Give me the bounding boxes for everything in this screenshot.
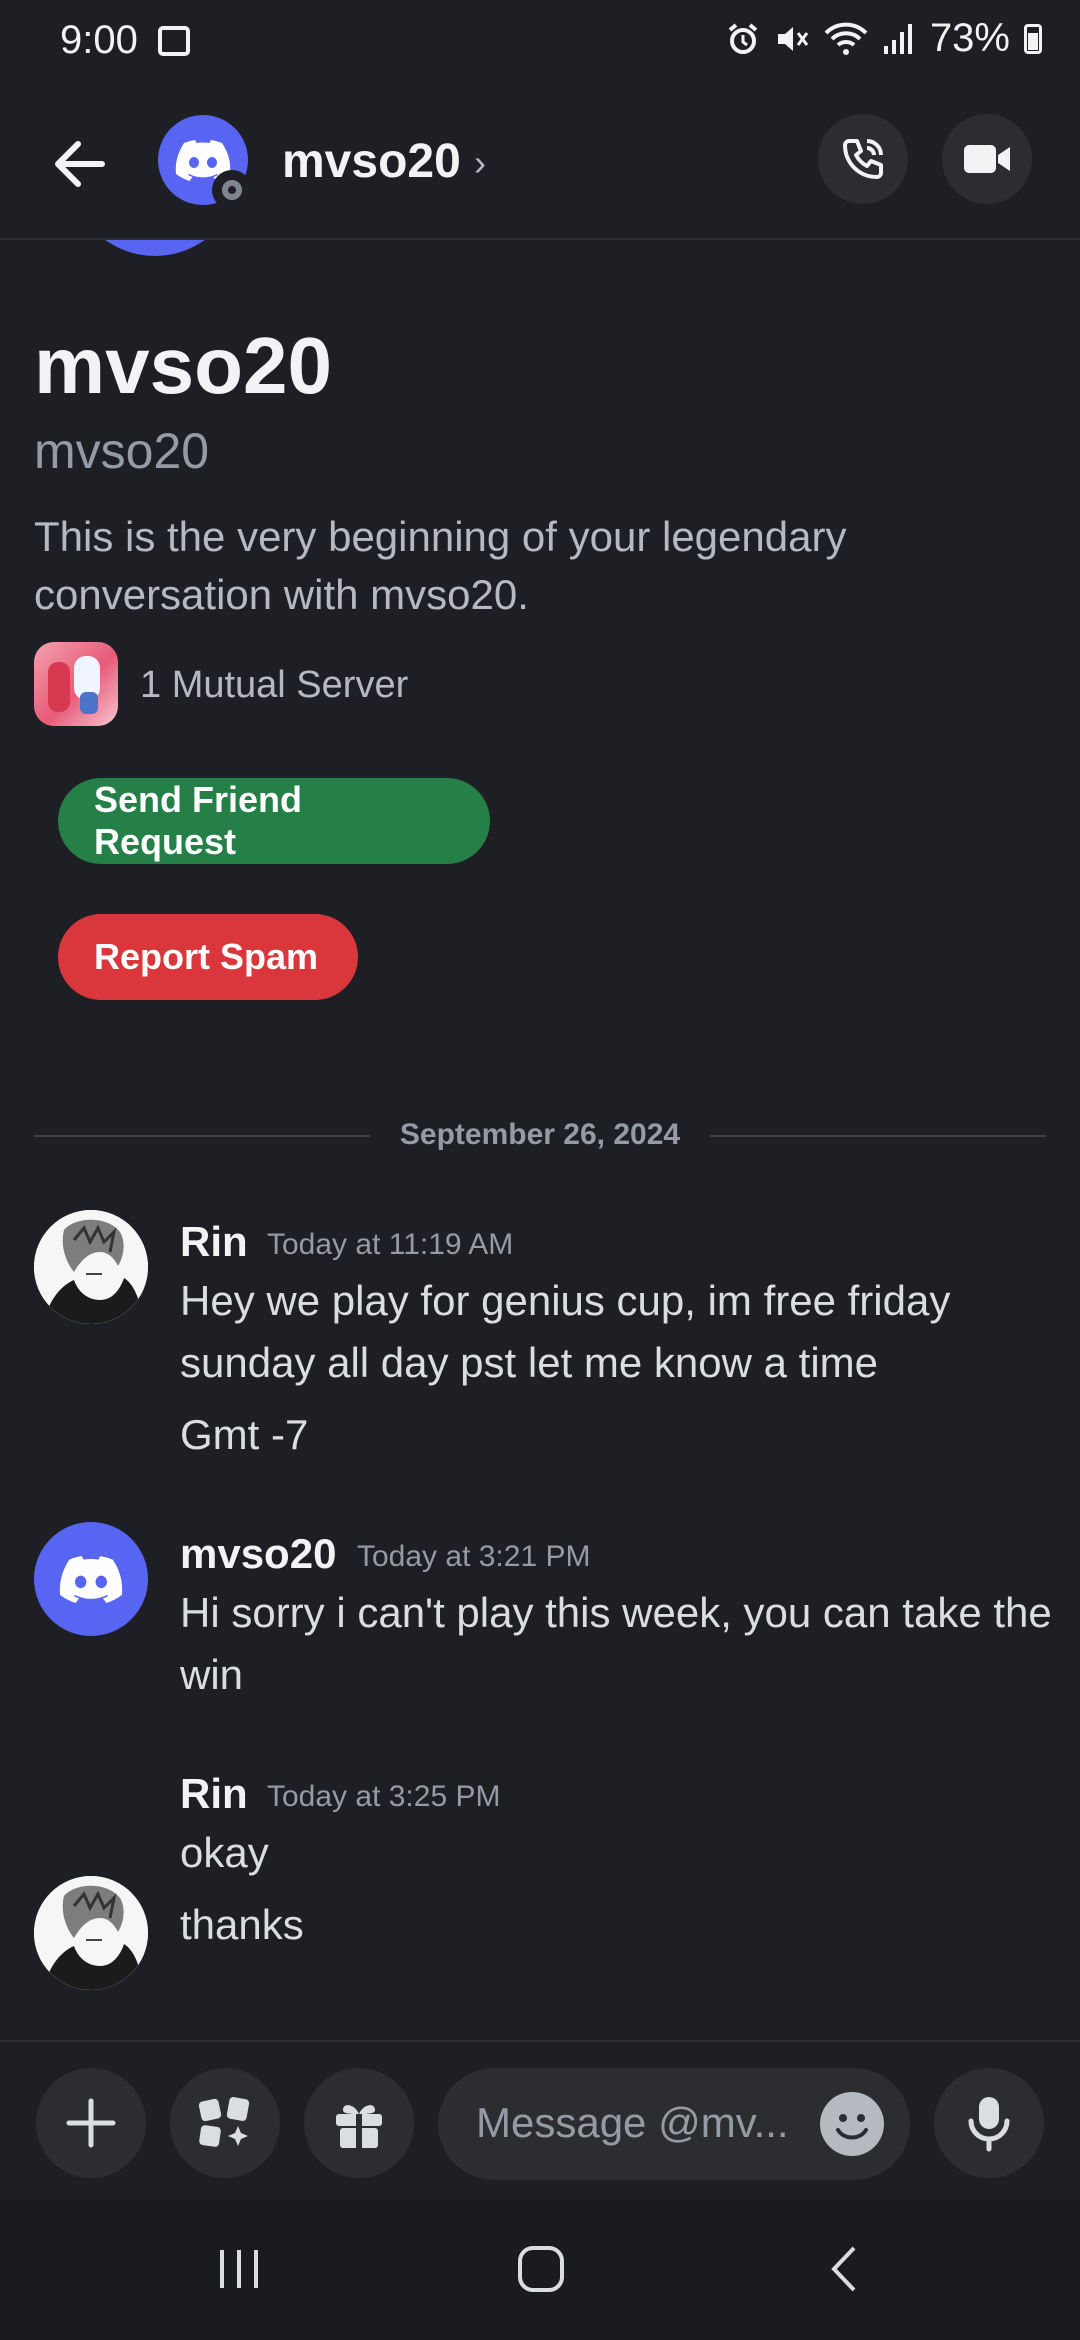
- video-call-button[interactable]: [942, 114, 1032, 204]
- rin-avatar-image: [34, 1210, 148, 1324]
- gift-button[interactable]: [304, 2068, 414, 2178]
- mutual-servers-label[interactable]: 1 Mutual Server: [140, 664, 408, 707]
- wifi-icon: [824, 22, 868, 55]
- message-author[interactable]: mvso20: [180, 1530, 336, 1578]
- message-author[interactable]: Rin: [180, 1218, 248, 1266]
- header-username[interactable]: mvso20: [282, 134, 461, 189]
- back-button[interactable]: [44, 128, 116, 200]
- avatar-rin[interactable]: [34, 1210, 148, 1324]
- arrow-left-icon: [55, 141, 105, 187]
- message-text: Hi sorry i can't play this week, you can…: [180, 1589, 1052, 1698]
- plus-icon: [66, 2098, 116, 2148]
- battery-percent: 73%: [929, 16, 1010, 60]
- avatar-mvso20[interactable]: [34, 1522, 148, 1636]
- avatar-rin[interactable]: [34, 1876, 148, 1990]
- message-text: Gmt -7: [180, 1411, 309, 1458]
- mutual-server-icon[interactable]: [34, 642, 118, 726]
- attach-button[interactable]: [36, 2068, 146, 2178]
- profile-username: mvso20: [34, 423, 210, 479]
- gift-icon: [336, 2105, 382, 2148]
- message-timestamp: Today at 3:25 PM: [267, 1780, 501, 1813]
- signal-icon: [883, 23, 912, 54]
- microphone-icon: [968, 2097, 1010, 2152]
- mute-icon: [777, 26, 809, 51]
- apps-button[interactable]: [170, 2068, 280, 2178]
- battery-icon: [1024, 23, 1042, 54]
- message-input-container[interactable]: [438, 2068, 910, 2180]
- rin-avatar-image: [34, 1876, 148, 1990]
- message-input[interactable]: [474, 2092, 798, 2154]
- message-text: okay: [180, 1829, 269, 1876]
- offline-status-indicator: [212, 170, 252, 210]
- phone-icon: [843, 139, 883, 179]
- image-notification-icon: [158, 26, 190, 56]
- profile-display-name: mvso20: [34, 321, 332, 410]
- home-button[interactable]: [514, 2242, 568, 2301]
- message-author[interactable]: Rin: [180, 1770, 248, 1818]
- date-divider: September 26, 2024: [399, 1118, 681, 1151]
- back-nav-button[interactable]: [824, 2244, 864, 2299]
- report-spam-button[interactable]: Report Spam: [58, 914, 358, 1000]
- message-text: thanks: [180, 1901, 304, 1948]
- message-timestamp: Today at 3:21 PM: [357, 1540, 591, 1573]
- chevron-right-icon[interactable]: ›: [474, 142, 486, 184]
- alarm-icon: [728, 22, 758, 54]
- send-friend-request-button[interactable]: Send Friend Request: [58, 778, 490, 864]
- status-icons: 73%: [726, 16, 1042, 61]
- discord-logo-icon: [59, 1556, 123, 1603]
- voice-call-button[interactable]: [818, 114, 908, 204]
- message-timestamp: Today at 11:19 AM: [267, 1228, 514, 1261]
- composer-divider: [0, 2040, 1080, 2042]
- apps-icon: [198, 2097, 250, 2147]
- video-camera-icon: [964, 145, 1010, 173]
- message-text: Hey we play for genius cup, im free frid…: [180, 1277, 951, 1386]
- conversation-intro-text: This is the very beginning of your legen…: [34, 513, 847, 618]
- chevron-left-icon: [831, 2246, 856, 2292]
- recent-apps-icon: [220, 2250, 258, 2288]
- emoji-button[interactable]: [820, 2092, 884, 2156]
- voice-message-button[interactable]: [934, 2068, 1044, 2178]
- status-time: 9:00: [60, 18, 138, 62]
- smile-icon: [836, 2114, 868, 2140]
- home-icon: [518, 2246, 564, 2292]
- recent-apps-button[interactable]: [214, 2244, 264, 2299]
